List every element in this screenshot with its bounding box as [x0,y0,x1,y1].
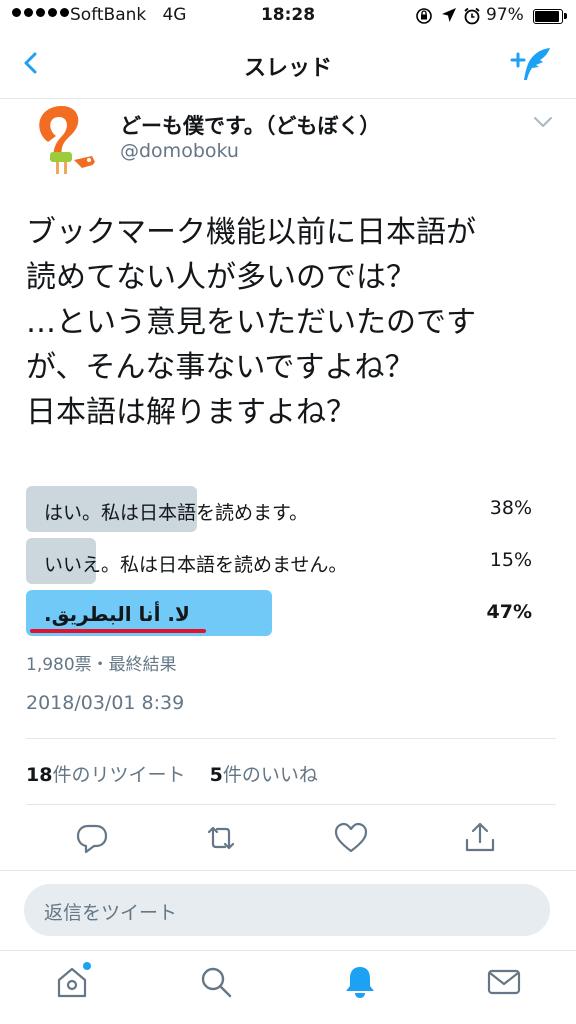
battery-icon [533,9,567,24]
location-icon [442,8,456,22]
share-icon[interactable] [462,820,498,856]
divider [0,950,576,951]
likes-stat[interactable]: 5件のいいね [210,764,318,786]
navigation-bar: スレッド [0,34,576,99]
chevron-down-icon[interactable] [532,114,554,130]
new-content-dot [83,962,91,970]
retweet-icon[interactable] [203,820,239,856]
battery-percent: 97% [486,5,524,25]
tweet-text-line: ブックマーク機能以前に日本語が [26,215,476,250]
notifications-bell-icon[interactable] [342,964,378,1000]
poll-option-percent: 15% [489,549,532,571]
alarm-icon [464,7,480,25]
poll-option-percent: 38% [489,497,532,519]
search-icon[interactable] [198,964,234,1000]
tweet-text-line: 日本語は解りますよね？ [26,395,356,430]
poll-option-percent: 47% [486,601,532,623]
tweet-stats: 18件のリツイート 5件のいいね [26,760,318,787]
like-heart-icon[interactable] [333,820,369,856]
status-bar: SoftBank 4G 18:28 97% [0,0,576,34]
divider [26,738,556,739]
poll-option: いいえ。私は日本語を読めません。 15% [26,538,556,584]
tweet-text-line: が、そんな事ないですよね？ [26,350,415,385]
poll-meta: 1,980票・最終結果 [26,655,177,675]
retweets-stat[interactable]: 18件のリツイート [26,764,185,786]
poll-option-label: はい。私は日本語を読めます。 [44,502,309,524]
tweet-text-line: 読めてない人が多いのでは？ [26,260,416,295]
tweet-text-line: …という意見をいただいたのです [26,305,476,340]
tweet-text: ブックマーク機能以前に日本語が 読めてない人が多いのでは？ …という意見をいただ… [26,210,556,435]
divider [26,804,556,805]
divider [0,870,576,871]
red-underline-annotation [30,629,206,633]
user-handle[interactable]: @domoboku [120,140,239,162]
avatar[interactable] [26,102,102,178]
display-name[interactable]: どーも僕です。（どもぼく） [120,110,380,140]
poll-option: はい。私は日本語を読めます。 38% [26,486,556,532]
compose-tweet-icon[interactable] [510,44,554,84]
poll-option-label: لا. أنا البطريق. [44,602,190,626]
reply-placeholder: 返信をツイート [44,902,178,924]
tweet-timestamp: 2018/03/01 8:39 [26,692,185,714]
messages-envelope-icon[interactable] [486,964,522,1000]
poll-option-label: いいえ。私は日本語を読めません。 [44,554,348,576]
page-title: スレッド [243,56,332,81]
rotation-lock-icon [416,8,432,24]
reply-input[interactable]: 返信をツイート [24,884,550,936]
reply-icon[interactable] [74,820,110,856]
